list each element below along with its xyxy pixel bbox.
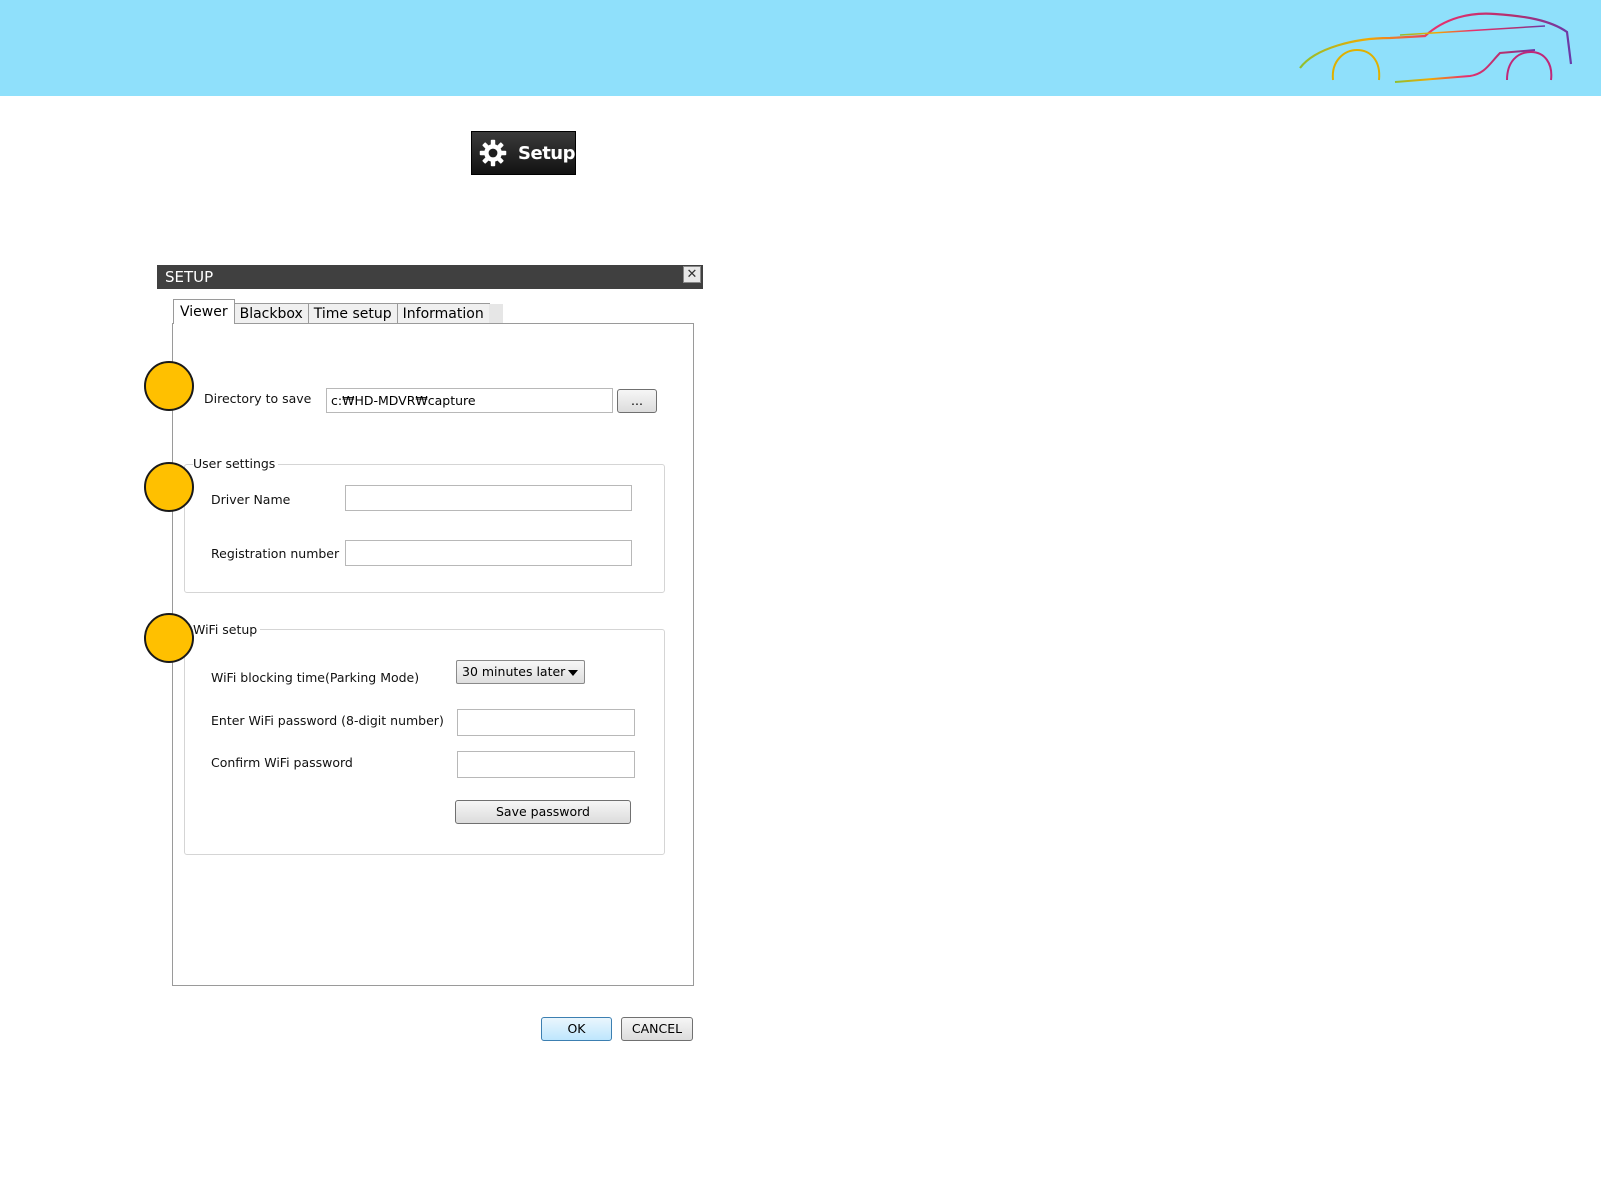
wifi-setup-title: WiFi setup bbox=[193, 622, 261, 637]
dialog-titlebar: SETUP ✕ bbox=[157, 265, 703, 289]
cancel-button[interactable]: CANCEL bbox=[621, 1017, 693, 1041]
callout-marker-user-settings bbox=[144, 462, 194, 512]
tab-strip-end bbox=[488, 304, 503, 324]
setup-button[interactable]: Setup bbox=[471, 131, 576, 175]
directory-label: Directory to save bbox=[204, 391, 312, 406]
ok-button[interactable]: OK bbox=[541, 1017, 612, 1041]
header-banner bbox=[0, 0, 1601, 96]
chevron-down-icon bbox=[568, 670, 578, 676]
registration-number-input[interactable] bbox=[345, 540, 632, 566]
confirm-wifi-password-label: Confirm WiFi password bbox=[211, 755, 353, 770]
user-settings-group bbox=[184, 464, 665, 593]
car-logo-icon bbox=[1299, 12, 1573, 83]
confirm-wifi-password-input[interactable] bbox=[457, 751, 635, 778]
gear-icon bbox=[479, 139, 507, 167]
callout-marker-wifi-setup bbox=[144, 613, 194, 663]
tab-strip: Viewer Blackbox Time setup Information bbox=[173, 299, 503, 324]
wifi-blocking-time-label: WiFi blocking time(Parking Mode) bbox=[211, 670, 420, 685]
driver-name-input[interactable] bbox=[345, 485, 632, 511]
user-settings-title: User settings bbox=[193, 456, 279, 471]
wifi-password-label: Enter WiFi password (8-digit number) bbox=[211, 713, 444, 728]
driver-name-label: Driver Name bbox=[211, 492, 291, 507]
directory-input[interactable]: c:₩HD-MDVR₩capture bbox=[326, 388, 613, 413]
wifi-blocking-time-value: 30 minutes later bbox=[462, 664, 566, 679]
registration-number-label: Registration number bbox=[211, 546, 340, 561]
tab-information[interactable]: Information bbox=[396, 303, 490, 324]
wifi-password-input[interactable] bbox=[457, 709, 635, 736]
setup-button-label: Setup bbox=[518, 142, 575, 164]
page: Setup SETUP ✕ Viewer Blackbox Time setup… bbox=[0, 0, 1601, 1201]
tab-blackbox[interactable]: Blackbox bbox=[233, 303, 309, 324]
browse-button[interactable]: ... bbox=[617, 389, 657, 413]
tab-time-setup[interactable]: Time setup bbox=[307, 303, 398, 324]
tab-viewer[interactable]: Viewer bbox=[173, 299, 235, 324]
close-icon[interactable]: ✕ bbox=[683, 266, 701, 283]
save-password-button[interactable]: Save password bbox=[455, 800, 631, 824]
callout-marker-directory bbox=[144, 361, 194, 411]
dialog-title: SETUP bbox=[165, 268, 214, 286]
wifi-blocking-time-select[interactable]: 30 minutes later bbox=[456, 660, 585, 684]
